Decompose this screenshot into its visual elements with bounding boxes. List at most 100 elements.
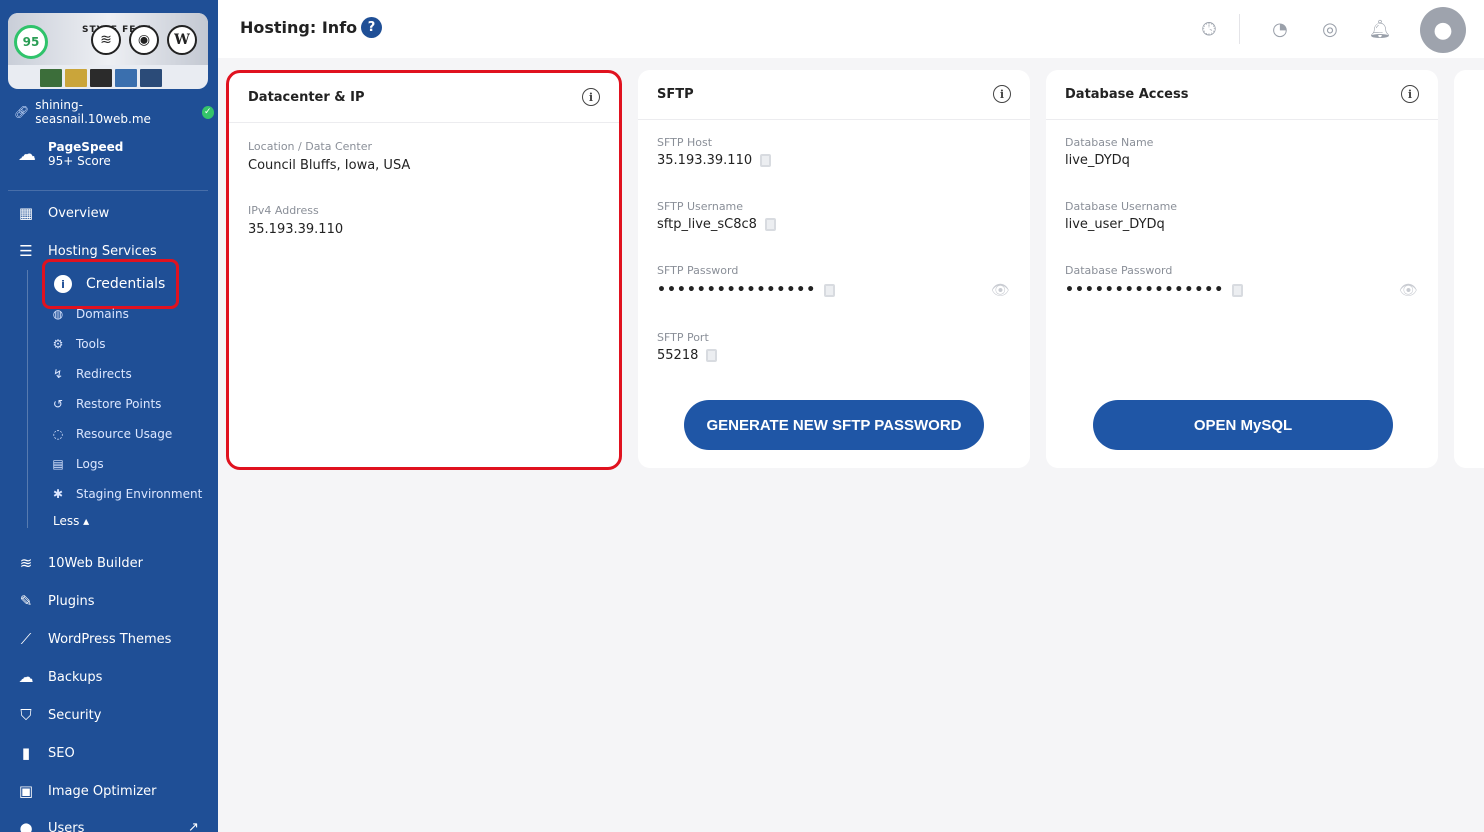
loading-icon[interactable]: ◎ [1319, 18, 1341, 40]
clock-icon[interactable]: 🕓︎ [1198, 18, 1220, 40]
sidebar-item-redirects[interactable]: ↯ Redirects [50, 367, 132, 381]
info-icon[interactable]: i [1401, 85, 1419, 103]
page-title: Hosting: Info [240, 18, 358, 37]
sftp-host-label: SFTP Host [657, 136, 713, 149]
sidebar-item-label: Credentials [86, 276, 166, 292]
sidebar-item-label: Logs [76, 457, 104, 471]
copy-icon[interactable] [706, 349, 718, 362]
sidebar-item-backups[interactable]: ☁ Backups [16, 668, 103, 686]
copy-icon[interactable] [760, 154, 772, 167]
card-header: Datacenter & IP i [229, 73, 619, 123]
sftp-host-value: 35.193.39.110 [657, 153, 753, 168]
database-name-label: Database Name [1065, 136, 1154, 149]
sidebar-item-staging[interactable]: ✱ Staging Environment [50, 487, 202, 501]
sftp-username-value: sftp_live_sC8c8 [657, 217, 757, 232]
sidebar-item-plugins[interactable]: ✎ Plugins [16, 592, 95, 610]
layers-icon[interactable]: ≋ [91, 25, 121, 55]
pagespeed-title: PageSpeed [48, 140, 124, 154]
sidebar-item-credentials[interactable]: i Credentials [42, 259, 179, 309]
bell-icon[interactable]: 🔔︎ [1369, 18, 1392, 40]
offscreen-card-edge [1454, 70, 1484, 468]
thumbnail-products [40, 69, 162, 87]
globe-icon: ◍ [52, 307, 64, 321]
sftp-port-label: SFTP Port [657, 331, 709, 344]
sidebar-item-wordpress-themes[interactable]: ⟋ WordPress Themes [16, 630, 172, 648]
sidebar-item-label: 10Web Builder [48, 555, 143, 571]
sftp-host-field: 35.193.39.110 [657, 153, 772, 168]
site-thumbnail[interactable]: STYLE FEAT 95 ≋ ◉ W [8, 13, 208, 89]
sidebar-item-overview[interactable]: ▦ Overview [16, 204, 109, 222]
sidebar-item-resource-usage[interactable]: ◌ Resource Usage [50, 427, 172, 441]
sidebar-item-logs[interactable]: ▤ Logs [50, 457, 104, 471]
copy-icon[interactable] [764, 218, 776, 231]
sidebar-less-toggle[interactable]: Less ▴ [53, 514, 89, 528]
show-password-eye-icon[interactable]: 👁︎ [1399, 281, 1418, 299]
sidebar-item-users[interactable]: ● Users [16, 819, 84, 832]
info-icon[interactable]: i [582, 88, 600, 106]
ipv4-value: 35.193.39.110 [248, 222, 344, 237]
database-card: Database Access i Database Name live_DYD… [1046, 70, 1438, 468]
datacenter-card: Datacenter & IP i Location / Data Center… [226, 70, 622, 470]
plug-icon: ✎ [19, 592, 33, 610]
sidebar-item-restore-points[interactable]: ↺ Restore Points [50, 397, 161, 411]
database-password-label: Database Password [1065, 264, 1173, 277]
sidebar-item-label: Restore Points [76, 397, 162, 411]
top-header: Hosting: Info ? 🕓︎ ◔ ◎ 🔔︎ ● [218, 0, 1484, 58]
layers-icon: ≋ [19, 554, 33, 572]
sidebar-item-label: WordPress Themes [48, 631, 172, 647]
sidebar-item-hosting-services[interactable]: ☰ Hosting Services [16, 242, 156, 260]
database-username-value: live_user_DYDq [1065, 217, 1165, 232]
pagespeed-score: 95+ Score [48, 154, 111, 168]
sidebar-item-label: SEO [48, 745, 75, 761]
help-icon[interactable]: ? [361, 17, 382, 38]
card-title: Database Access [1065, 87, 1189, 102]
copy-icon[interactable] [824, 283, 836, 297]
card-header: SFTP i [638, 70, 1030, 120]
external-link-icon[interactable]: ↗ [188, 820, 199, 832]
sidebar-item-tools[interactable]: ⚙ Tools [50, 337, 106, 351]
document-icon: ▤ [52, 457, 64, 471]
sftp-port-field: 55218 [657, 348, 718, 363]
sidebar-item-10web-builder[interactable]: ≋ 10Web Builder [16, 554, 143, 572]
eye-icon[interactable]: ◉ [129, 25, 159, 55]
server-icon: ☰ [19, 242, 33, 260]
generate-sftp-password-button[interactable]: GENERATE NEW SFTP PASSWORD [684, 400, 984, 450]
sidebar-item-image-optimizer[interactable]: ▣ Image Optimizer [16, 782, 157, 800]
location-label: Location / Data Center [248, 140, 373, 153]
submenu-tree-line [27, 270, 28, 528]
verified-check-icon: ✓ [201, 105, 214, 119]
sidebar-item-domains[interactable]: ◍ Domains [50, 307, 129, 321]
info-icon[interactable]: i [993, 85, 1011, 103]
site-url[interactable]: 🔗︎ shining-seasnail.10web.me ✓ [14, 98, 214, 126]
sidebar-item-label: Resource Usage [76, 427, 173, 441]
pagespeed-summary[interactable]: ☁ PageSpeed 95+ Score [16, 140, 123, 168]
sidebar-item-label: Users [48, 820, 85, 832]
user-icon: ● [19, 819, 33, 832]
sidebar-item-security[interactable]: ⛉ Security [16, 706, 101, 724]
sidebar-item-seo[interactable]: ▮ SEO [16, 744, 75, 762]
database-password-field: •••••••••••••••• [1065, 282, 1244, 298]
avatar[interactable]: ● [1420, 7, 1466, 53]
site-url-text: shining-seasnail.10web.me [35, 98, 151, 126]
sidebar: STYLE FEAT 95 ≋ ◉ W 🔗︎ shining-seasnail.… [0, 0, 218, 832]
open-mysql-button[interactable]: OPEN MySQL [1093, 400, 1393, 450]
sftp-card: SFTP i SFTP Host 35.193.39.110 SFTP User… [638, 70, 1030, 468]
info-icon: i [54, 275, 72, 293]
copy-icon[interactable] [1232, 283, 1244, 297]
pie-chart-icon[interactable]: ◔ [1269, 18, 1291, 40]
sftp-password-value: •••••••••••••••• [657, 282, 817, 298]
wordpress-icon[interactable]: W [167, 25, 197, 55]
restore-icon: ↺ [52, 397, 64, 411]
sftp-password-label: SFTP Password [657, 264, 739, 277]
sidebar-item-label: Security [48, 707, 102, 723]
bar-chart-icon: ▮ [21, 744, 31, 762]
database-password-value: •••••••••••••••• [1065, 282, 1225, 298]
card-header: Database Access i [1046, 70, 1438, 120]
sidebar-item-label: Plugins [48, 593, 95, 609]
header-separator [1239, 14, 1240, 44]
sftp-username-field: sftp_live_sC8c8 [657, 217, 776, 232]
sidebar-item-label: Image Optimizer [48, 783, 157, 799]
show-password-eye-icon[interactable]: 👁︎ [991, 281, 1010, 299]
ipv4-label: IPv4 Address [248, 204, 319, 217]
link-icon: 🔗︎ [14, 105, 30, 119]
